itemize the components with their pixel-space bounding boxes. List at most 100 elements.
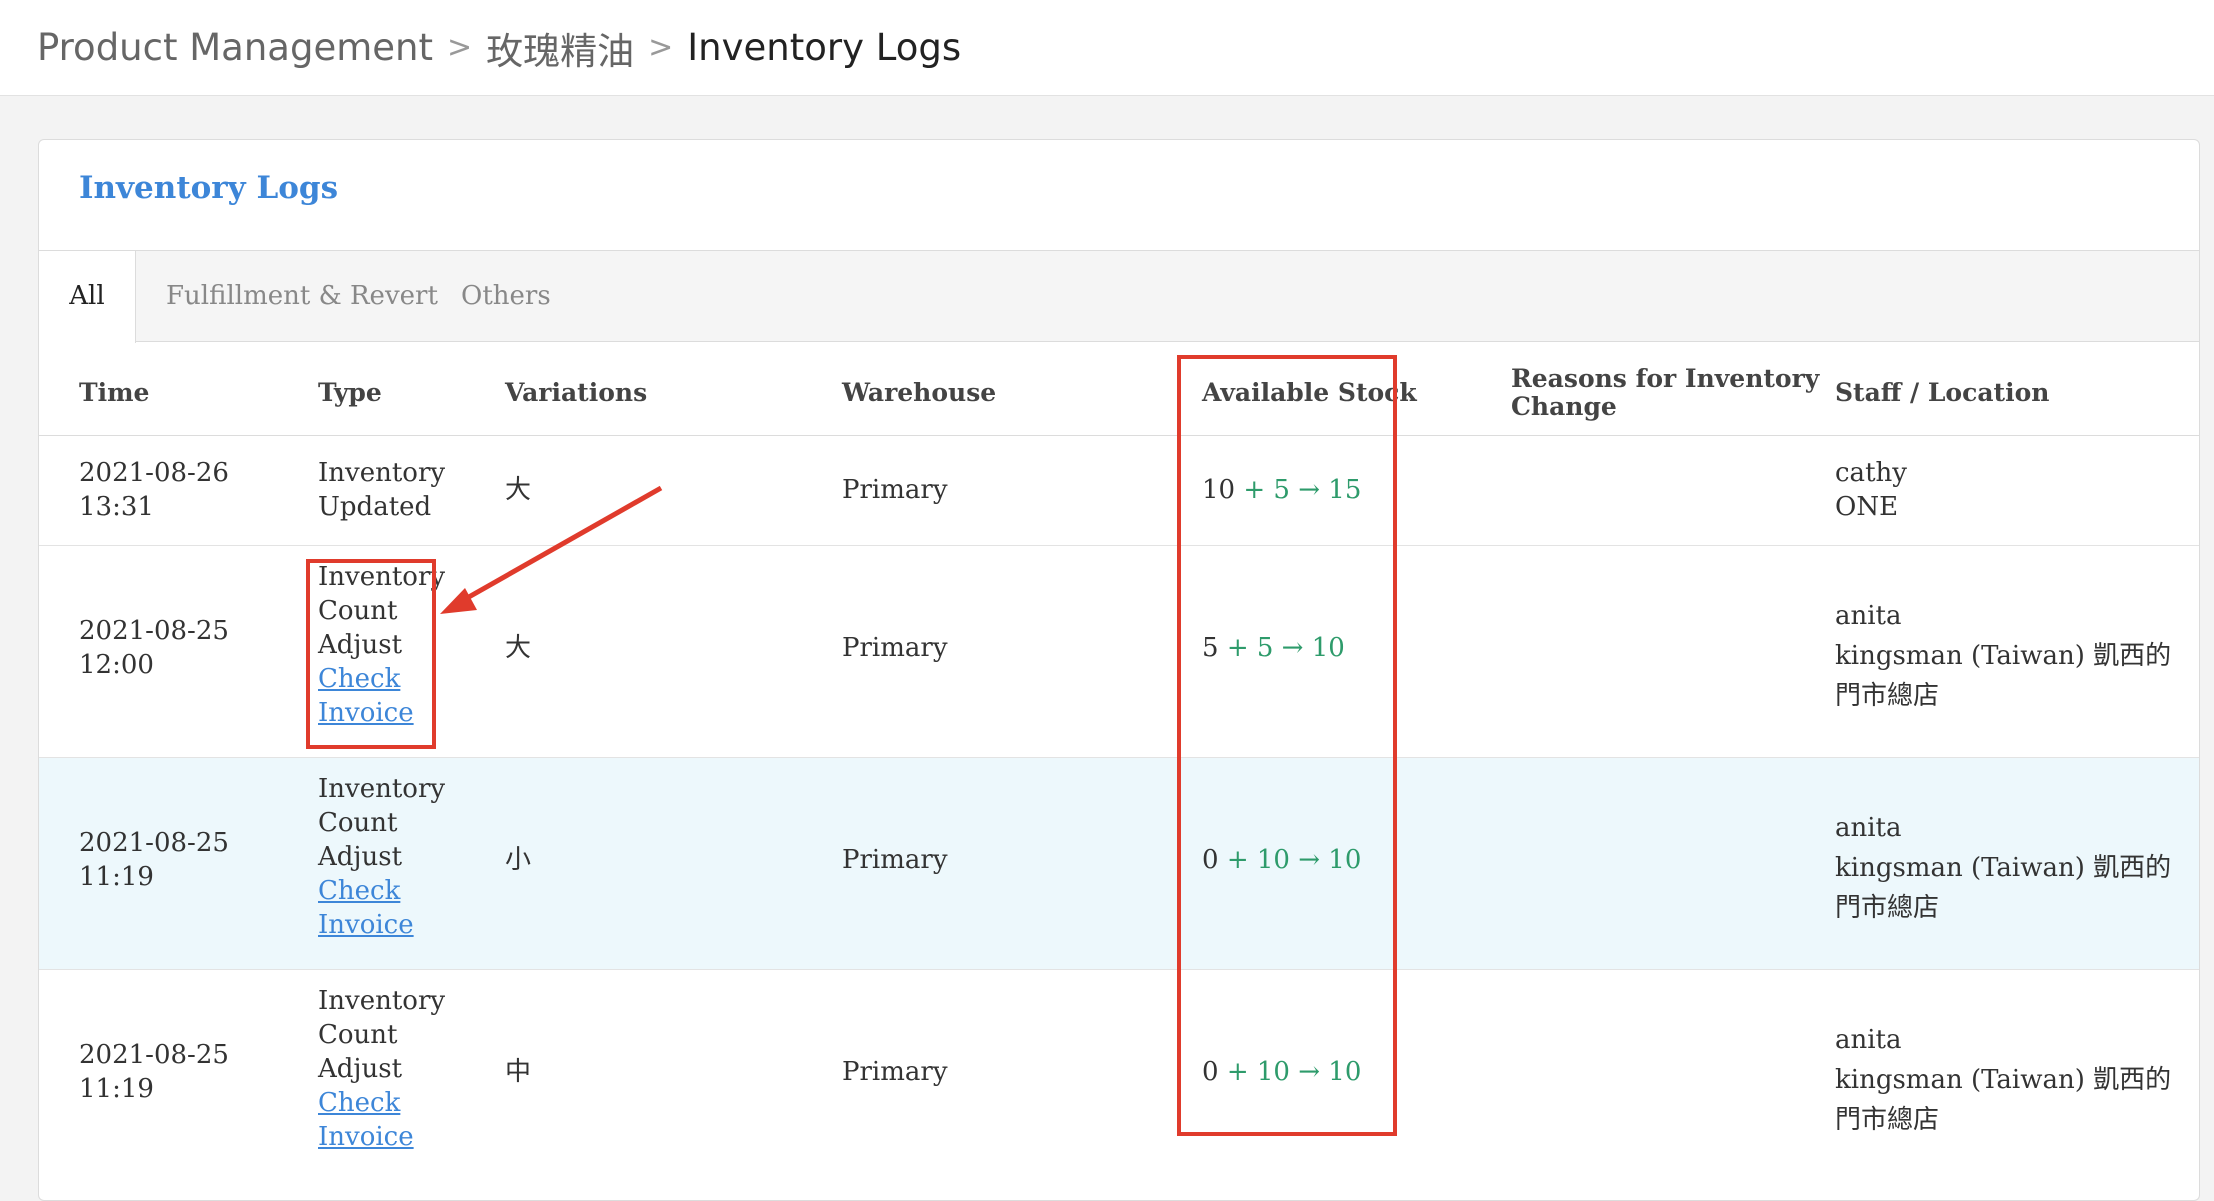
- row-staff-location: anita kingsman (Taiwan) 凱西的 門市總店: [1835, 808, 2171, 928]
- row-type-line: Adjust: [318, 630, 403, 660]
- row-type-line: Inventory: [318, 774, 446, 804]
- stock-delta: + 5: [1243, 475, 1290, 505]
- row-staff-location: cathy ONE: [1835, 456, 1907, 524]
- row-warehouse: Primary: [842, 633, 948, 663]
- row-variation: 大: [505, 633, 532, 663]
- row-location: 門市總店: [1835, 681, 1940, 711]
- row-location: 門市總店: [1835, 1105, 1940, 1135]
- check-invoice-link[interactable]: Check: [318, 1088, 400, 1118]
- row-location: kingsman (Taiwan) 凱西的: [1835, 1065, 2172, 1095]
- row-type-line: Inventory: [318, 458, 446, 488]
- row-date: 2021-08-25: [79, 1040, 229, 1070]
- row-time: 12:00: [79, 650, 154, 680]
- arrow-right-icon: →: [1298, 475, 1321, 505]
- row-type-line: Inventory: [318, 562, 446, 592]
- row-type: Inventory Updated: [318, 456, 445, 524]
- table-row: 2021-08-26 13:31 Inventory Updated 大 Pri…: [39, 436, 2199, 546]
- row-datetime: 2021-08-25 12:00: [79, 614, 229, 682]
- row-location: 門市總店: [1835, 893, 1940, 923]
- tab-fulfillment-revert[interactable]: Fulfillment & Revert: [166, 251, 438, 341]
- column-header-warehouse: Warehouse: [842, 378, 997, 407]
- stock-new: 10: [1328, 845, 1362, 875]
- row-staff: anita: [1835, 813, 1902, 843]
- column-header-type: Type: [318, 378, 382, 407]
- row-datetime: 2021-08-25 11:19: [79, 826, 229, 894]
- column-header-staff-location: Staff / Location: [1835, 378, 2050, 407]
- stock-old: 0: [1202, 845, 1219, 875]
- row-datetime: 2021-08-25 11:19: [79, 1038, 229, 1106]
- check-invoice-link[interactable]: Invoice: [318, 698, 414, 728]
- breadcrumb-product-management[interactable]: Product Management: [37, 26, 433, 69]
- breadcrumb: Product Management > 玫瑰精油 > Inventory Lo…: [0, 0, 2214, 96]
- row-location: ONE: [1835, 492, 1899, 522]
- column-header-available-stock: Available Stock: [1202, 378, 1417, 407]
- row-type: Inventory Count Adjust Check Invoice: [318, 984, 445, 1154]
- column-header-time: Time: [79, 378, 150, 407]
- row-staff: cathy: [1835, 458, 1907, 488]
- row-variation: 大: [505, 475, 532, 505]
- stock-old: 5: [1202, 633, 1219, 663]
- column-header-variations: Variations: [505, 378, 648, 407]
- row-date: 2021-08-26: [79, 458, 229, 488]
- panel-title: Inventory Logs: [79, 170, 339, 206]
- column-header-reasons-line2: Change: [1511, 392, 1617, 421]
- table-row: 2021-08-25 11:19 Inventory Count Adjust …: [39, 970, 2199, 1181]
- row-time: 11:19: [79, 1074, 154, 1104]
- row-location: kingsman (Taiwan) 凱西的: [1835, 853, 2172, 883]
- chevron-right-icon: >: [648, 30, 674, 65]
- row-stock-change: 5 + 5 → 10: [1202, 631, 1345, 665]
- row-time: 13:31: [79, 492, 154, 522]
- stock-delta: + 10: [1226, 1057, 1290, 1087]
- tab-all[interactable]: All: [39, 251, 136, 343]
- breadcrumb-product[interactable]: 玫瑰精油: [486, 21, 634, 75]
- stock-new: 10: [1311, 633, 1345, 663]
- stock-delta: + 5: [1226, 633, 1274, 663]
- arrow-right-icon: →: [1281, 633, 1304, 663]
- row-staff: anita: [1835, 601, 1902, 631]
- row-variation: 小: [505, 845, 532, 875]
- row-location: kingsman (Taiwan) 凱西的: [1835, 641, 2172, 671]
- row-stock-change: 0 + 10 → 10: [1202, 1055, 1361, 1089]
- row-variation: 中: [505, 1057, 532, 1087]
- row-type-line: Adjust: [318, 1054, 403, 1084]
- stock-delta: + 10: [1226, 845, 1290, 875]
- column-header-reasons-line1: Reasons for Inventory: [1511, 364, 1820, 393]
- row-type-line: Adjust: [318, 842, 403, 872]
- check-invoice-link[interactable]: Check: [318, 664, 400, 694]
- chevron-right-icon: >: [446, 30, 473, 65]
- arrow-right-icon: →: [1298, 845, 1321, 875]
- row-stock-change: 10 + 5 → 15: [1202, 473, 1361, 507]
- row-date: 2021-08-25: [79, 616, 229, 646]
- row-type: Inventory Count Adjust Check Invoice: [318, 772, 445, 942]
- row-time: 11:19: [79, 862, 154, 892]
- row-datetime: 2021-08-26 13:31: [79, 456, 229, 524]
- row-staff: anita: [1835, 1025, 1902, 1055]
- row-type-line: Count: [318, 808, 398, 838]
- row-staff-location: anita kingsman (Taiwan) 凱西的 門市總店: [1835, 596, 2171, 716]
- check-invoice-link[interactable]: Invoice: [318, 910, 414, 940]
- arrow-right-icon: →: [1298, 1057, 1321, 1087]
- row-staff-location: anita kingsman (Taiwan) 凱西的 門市總店: [1835, 1020, 2171, 1140]
- row-warehouse: Primary: [842, 845, 948, 875]
- check-invoice-link[interactable]: Check: [318, 876, 400, 906]
- stock-old: 0: [1202, 1057, 1219, 1087]
- table-row: 2021-08-25 12:00 Inventory Count Adjust …: [39, 546, 2199, 758]
- row-type-line: Count: [318, 1020, 398, 1050]
- stock-new: 15: [1328, 475, 1362, 505]
- inventory-logs-panel: Inventory Logs All Fulfillment & Revert …: [38, 139, 2200, 1201]
- breadcrumb-current: Inventory Logs: [687, 26, 962, 69]
- row-warehouse: Primary: [842, 475, 948, 505]
- tab-others[interactable]: Others: [461, 251, 551, 341]
- row-type-line: Inventory: [318, 986, 446, 1016]
- column-header-reasons: Reasons for Inventory Change: [1511, 365, 1819, 421]
- row-type: Inventory Count Adjust Check Invoice: [318, 560, 445, 730]
- row-warehouse: Primary: [842, 1057, 948, 1087]
- stock-new: 10: [1328, 1057, 1362, 1087]
- table-row: 2021-08-25 11:19 Inventory Count Adjust …: [39, 758, 2199, 970]
- row-type-line: Count: [318, 596, 398, 626]
- stock-old: 10: [1202, 475, 1236, 505]
- row-date: 2021-08-25: [79, 828, 229, 858]
- tab-bar: All Fulfillment & Revert Others: [39, 250, 2199, 343]
- row-type-line: Updated: [318, 492, 432, 522]
- check-invoice-link[interactable]: Invoice: [318, 1122, 414, 1152]
